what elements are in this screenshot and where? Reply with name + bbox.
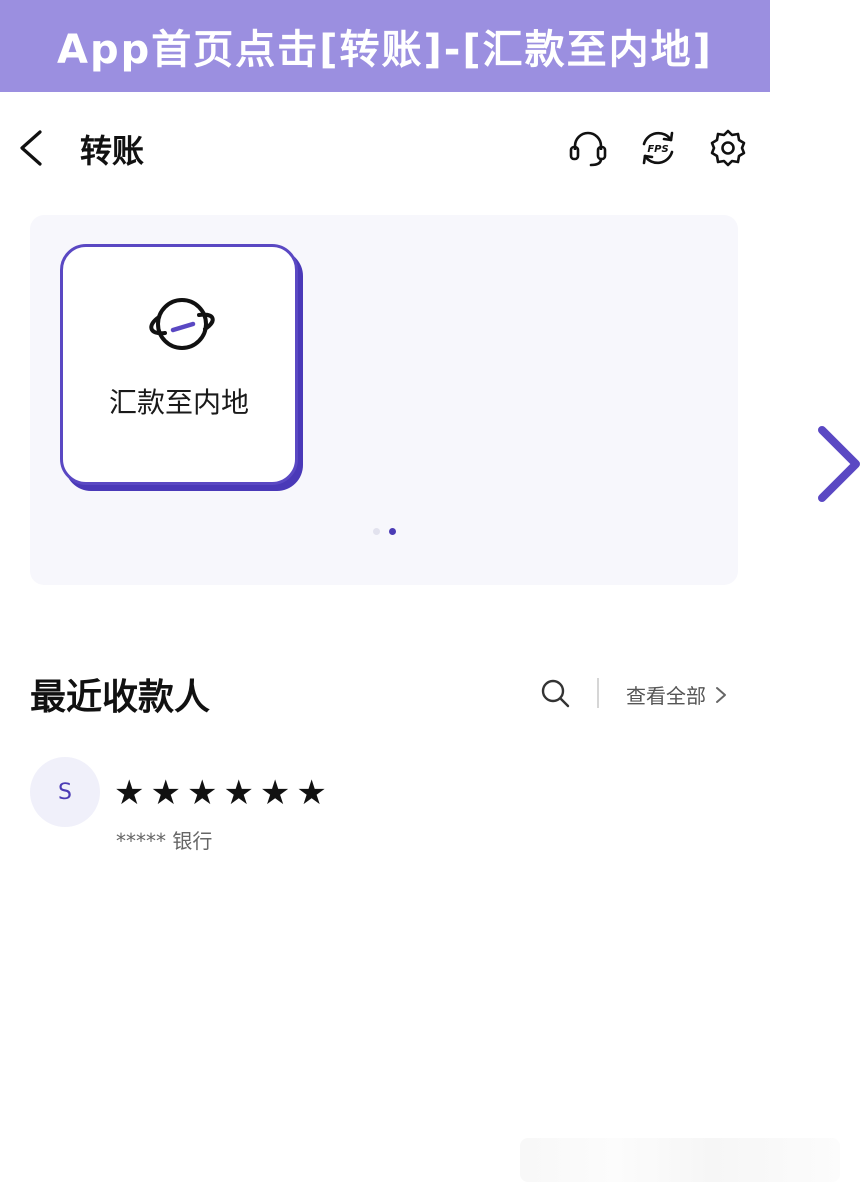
page-title: 转账 — [80, 132, 145, 170]
payee-name: ★★★★★★ — [114, 773, 333, 813]
instruction-banner-text: App首页点击[转账]-[汇款至内地] — [57, 27, 713, 73]
remit-to-mainland-label: 汇款至内地 — [108, 386, 249, 419]
gear-icon[interactable] — [708, 128, 748, 168]
payee-bank: ***** 银行 — [116, 829, 213, 853]
avatar: S — [30, 757, 100, 827]
page-dot-active — [389, 528, 396, 535]
divider — [597, 678, 599, 708]
back-icon[interactable] — [14, 128, 50, 168]
svg-text:FPS: FPS — [647, 144, 668, 155]
planet-icon — [149, 298, 215, 350]
chevron-right-icon — [716, 686, 726, 703]
page-indicator — [373, 528, 396, 535]
recent-payees-title: 最近收款人 — [30, 677, 211, 718]
search-icon[interactable] — [540, 678, 570, 708]
instruction-banner: App首页点击[转账]-[汇款至内地] — [0, 0, 770, 92]
watermark — [520, 1138, 840, 1182]
top-nav-bar: 转账 FPS — [0, 92, 770, 204]
fps-icon[interactable]: FPS — [638, 128, 678, 168]
next-page-arrow-icon[interactable] — [812, 424, 861, 504]
services-panel: 汇款至内地 — [30, 215, 738, 585]
view-all-label: 查看全部 — [626, 684, 706, 708]
headset-icon[interactable] — [568, 128, 608, 168]
page-dot — [373, 528, 380, 535]
view-all-link[interactable]: 查看全部 — [626, 680, 728, 709]
payee-list-item[interactable]: S ★★★★★★ ***** 银行 — [30, 757, 730, 857]
remit-to-mainland-tile[interactable]: 汇款至内地 — [60, 244, 298, 485]
